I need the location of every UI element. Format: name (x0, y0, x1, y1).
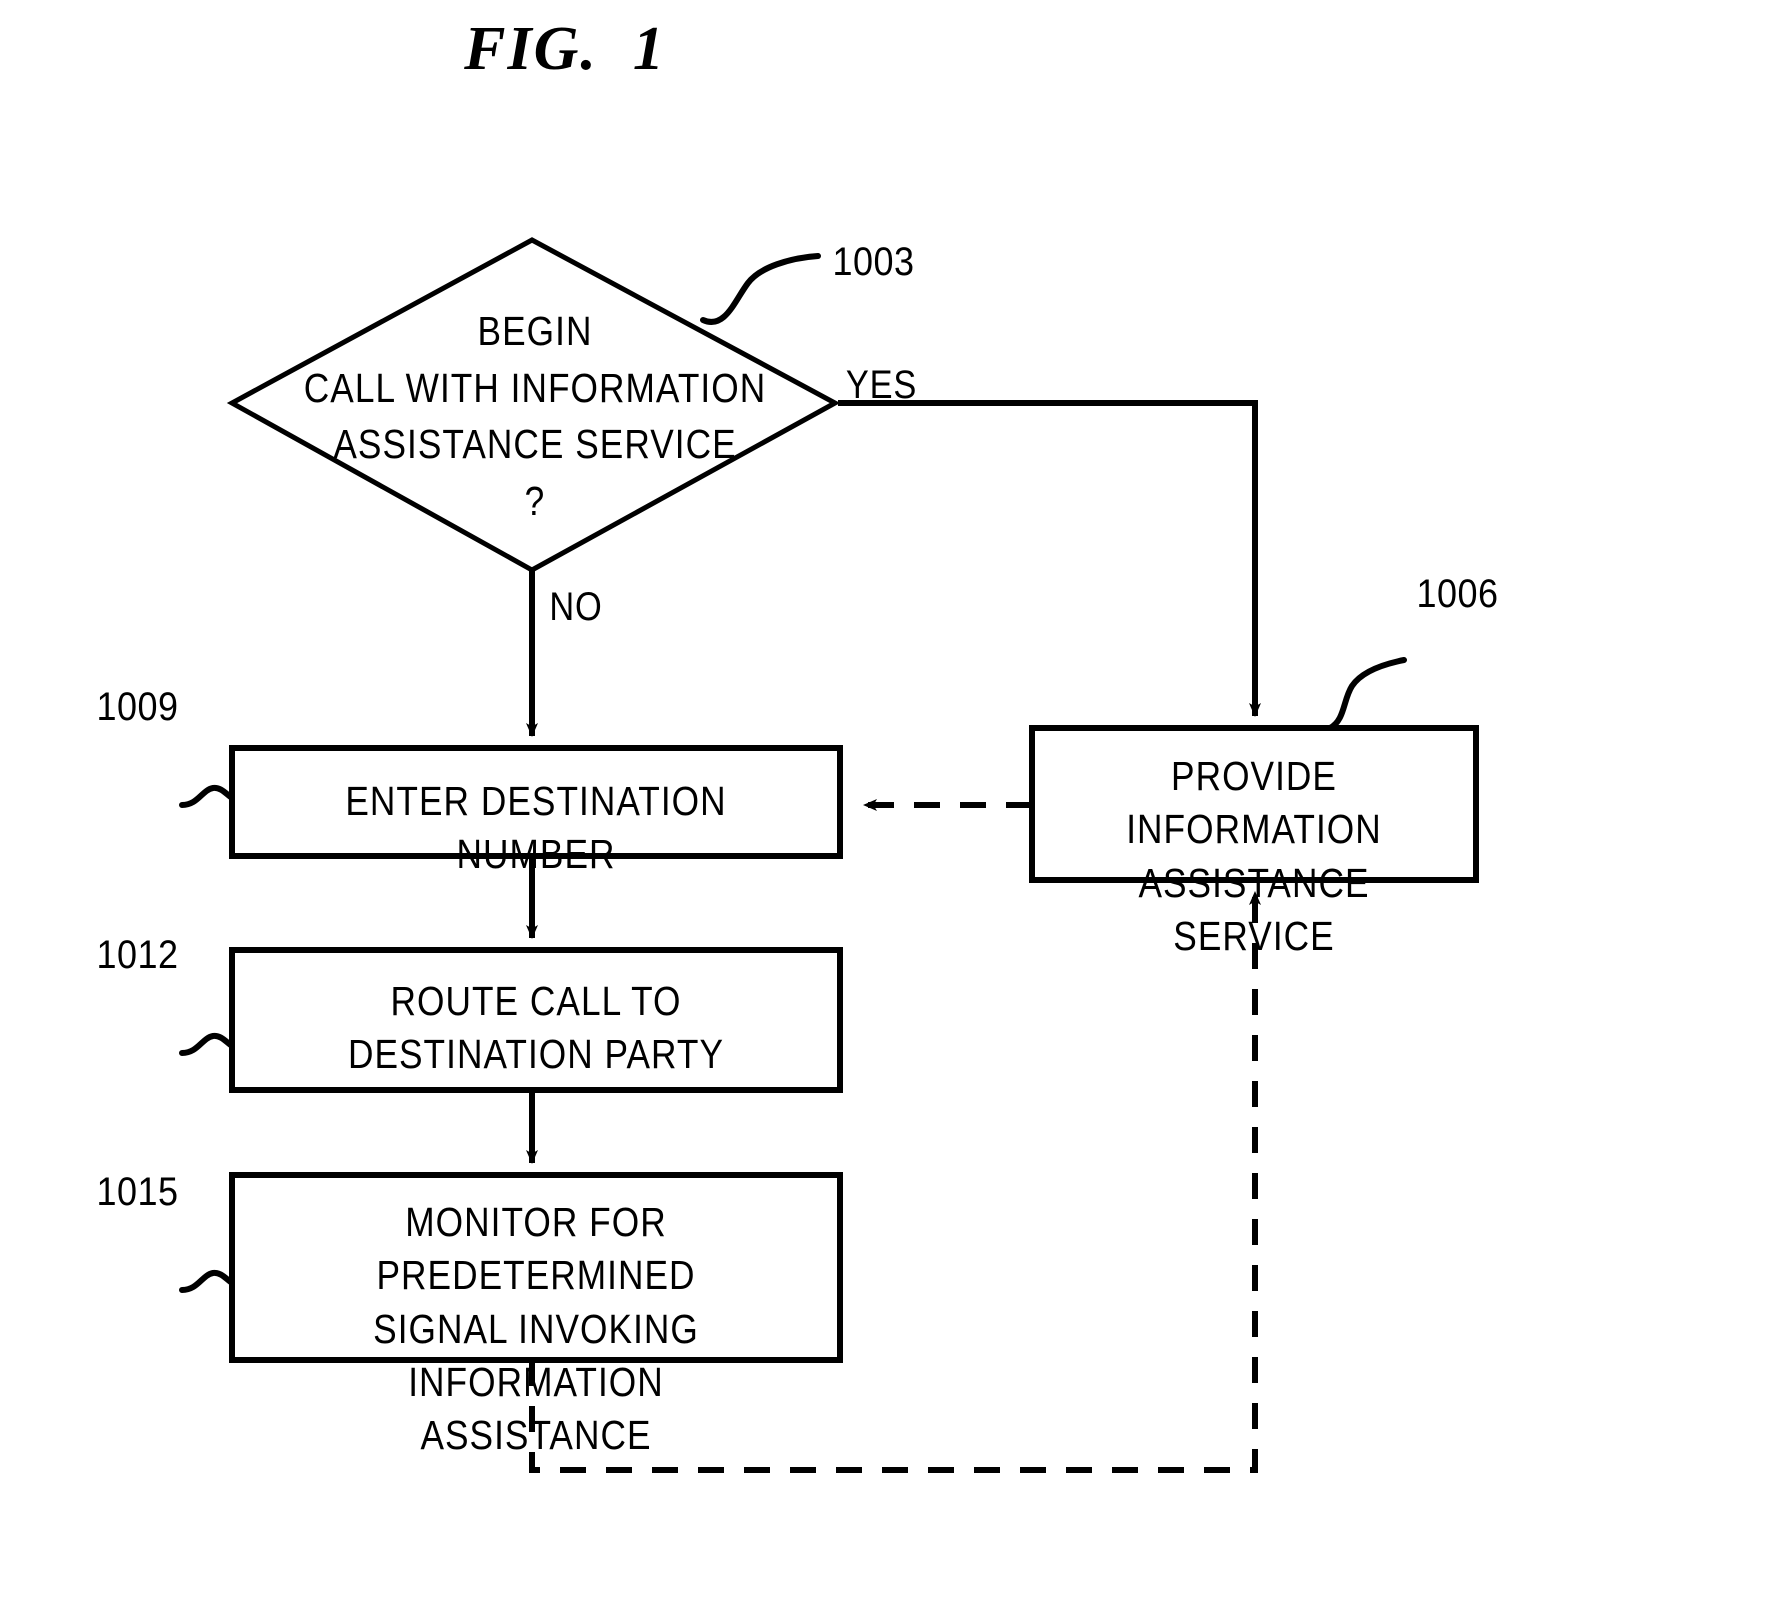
process-box-1006-label: PROVIDE INFORMATION ASSISTANCE SERVICE (1126, 753, 1382, 959)
process-box-1015-label: MONITOR FOR PREDETERMINED SIGNAL INVOKIN… (373, 1199, 699, 1459)
figure-page: FIG. 1 BEGIN CALL WITH INFORMATION ASSIS… (0, 0, 1773, 1612)
reference-numeral-1012: 1012 (96, 933, 179, 977)
process-box-1012-label: ROUTE CALL TO DESTINATION PARTY (347, 978, 725, 1078)
branch-label-no: NO (549, 585, 603, 629)
process-box-1009-label: ENTER DESTINATION NUMBER (345, 778, 727, 878)
leader-line-1012 (179, 1032, 235, 1056)
reference-numeral-1003: 1003 (832, 240, 915, 284)
leader-line-1006 (1327, 657, 1407, 731)
reference-numeral-1006: 1006 (1416, 572, 1499, 616)
leader-line-1009 (179, 784, 235, 808)
decision-diamond-label: BEGIN CALL WITH INFORMATION ASSISTANCE S… (303, 308, 767, 524)
connector-yes-to-1006 (838, 400, 1261, 717)
reference-numeral-1009: 1009 (96, 685, 179, 729)
reference-numeral-1015: 1015 (96, 1170, 179, 1214)
leader-line-1015 (179, 1269, 235, 1293)
branch-label-yes: YES (845, 363, 918, 407)
